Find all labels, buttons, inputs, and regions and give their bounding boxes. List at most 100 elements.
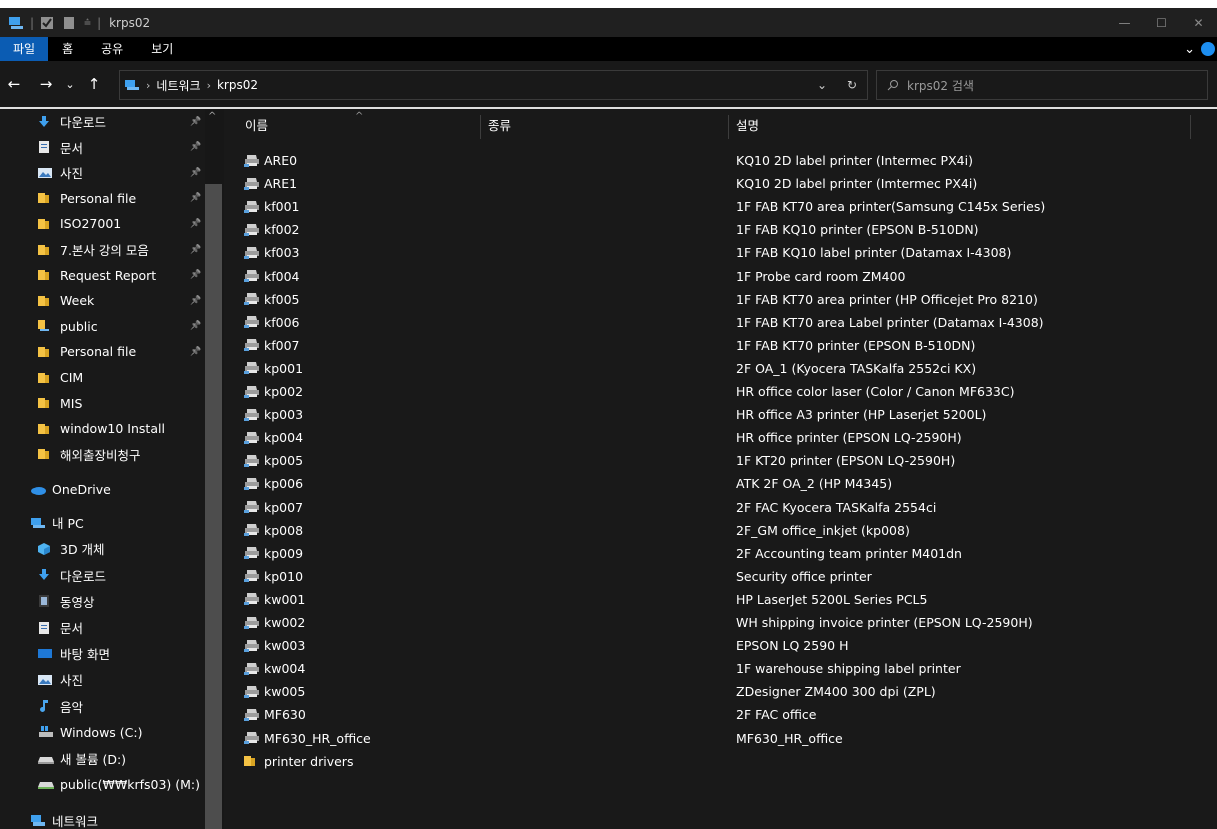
item-name: kw003 xyxy=(264,638,306,654)
list-item[interactable]: kf002 1F FAB KQ10 printer (EPSON B-510DN) xyxy=(244,218,1204,241)
ribbon-expand-icon[interactable]: ⌄ xyxy=(1184,42,1195,57)
list-item[interactable]: kw003 EPSON LQ 2590 H xyxy=(244,634,1204,657)
breadcrumb-krps02[interactable]: krps02 xyxy=(217,78,258,92)
sidebar-item-quick-6[interactable]: Request Report 📌 xyxy=(0,264,224,287)
sidebar-item-pc-8[interactable]: 새 볼륨 (D:) xyxy=(0,747,224,770)
printer-icon xyxy=(244,639,260,652)
maximize-button[interactable]: ☐ xyxy=(1143,8,1180,37)
list-item[interactable]: kw001 HP LaserJet 5200L Series PCL5 xyxy=(244,588,1204,611)
sidebar-item-onedrive[interactable]: OneDrive xyxy=(0,478,224,501)
up-button[interactable]: ↑ xyxy=(82,75,106,93)
sidebar-item-pc-7[interactable]: Windows (C:) xyxy=(0,721,224,744)
pin-icon: 📌 xyxy=(190,218,202,229)
list-item[interactable]: kp010 Security office printer xyxy=(244,565,1204,588)
list-item[interactable]: kw002 WH shipping invoice printer (EPSON … xyxy=(244,611,1204,634)
column-divider[interactable] xyxy=(480,115,481,139)
tab-home[interactable]: 홈 xyxy=(48,37,87,61)
address-dropdown-button[interactable]: ⌄ xyxy=(807,78,837,92)
sidebar-item-network[interactable]: 네트워크 xyxy=(0,809,224,829)
list-item[interactable]: kp002 HR office color laser (Color / Cano… xyxy=(244,380,1204,403)
sidebar-item-label: Week xyxy=(60,293,95,309)
list-item[interactable]: kp007 2F FAC Kyocera TASKalfa 2554ci xyxy=(244,496,1204,519)
quick-access-dropdown-icon[interactable]: ⩮ xyxy=(84,15,91,30)
item-name: kw002 xyxy=(264,615,306,630)
sidebar-item-quick-8[interactable]: public 📌 xyxy=(0,315,224,338)
network-icon[interactable] xyxy=(8,16,24,30)
list-item[interactable]: kw005 ZDesigner ZM400 300 dpi (ZPL) xyxy=(244,680,1204,703)
sidebar-item-quick-2[interactable]: 사진 📌 xyxy=(0,161,224,184)
sidebar-item-this-pc[interactable]: 내 PC xyxy=(0,511,224,534)
printer-icon xyxy=(244,270,260,282)
sidebar-item-quick-13[interactable]: 해외출장비청구 xyxy=(0,443,224,466)
list-item[interactable]: kf005 1F FAB KT70 area printer (HP Office… xyxy=(244,288,1204,311)
list-item[interactable]: kf003 1F FAB KQ10 label printer (Datamax … xyxy=(244,241,1204,264)
list-item[interactable]: printer drivers xyxy=(244,750,1204,773)
search-box[interactable]: krps02 검색 xyxy=(876,70,1208,100)
minimize-button[interactable]: — xyxy=(1106,8,1143,37)
list-item[interactable]: kp003 HR office A3 printer (HP Laserjet 5… xyxy=(244,403,1204,426)
item-name-cell: kp008 xyxy=(244,523,303,538)
list-item[interactable]: ARE1 KQ10 2D label printer (Imtermec PX4i… xyxy=(244,172,1204,195)
sidebar-item-quick-4[interactable]: ISO27001 📌 xyxy=(0,212,224,235)
breadcrumb-chevron-icon[interactable]: › xyxy=(207,79,211,92)
list-item[interactable]: kp006 ATK 2F OA_2 (HP M4345) xyxy=(244,472,1204,495)
address-bar[interactable]: › 네트워크 › krps02 ⌄ ↻ xyxy=(119,70,868,100)
column-header-description[interactable]: 설명 xyxy=(736,115,759,139)
new-folder-icon[interactable] xyxy=(62,16,78,30)
sidebar-item-pc-3[interactable]: 문서 xyxy=(0,616,224,639)
column-divider[interactable] xyxy=(728,115,729,139)
list-item[interactable]: kp004 HR office printer (EPSON LQ-2590H) xyxy=(244,426,1204,449)
help-icon[interactable] xyxy=(1201,42,1215,56)
list-item[interactable]: kf006 1F FAB KT70 area Label printer (Dat… xyxy=(244,311,1204,334)
list-item[interactable]: kp005 1F KT20 printer (EPSON LQ-2590H) xyxy=(244,449,1204,472)
sidebar-item-quick-12[interactable]: window10 Install xyxy=(0,417,224,440)
list-item[interactable]: MF630 2F FAC office xyxy=(244,703,1204,726)
tab-view[interactable]: 보기 xyxy=(137,37,187,61)
printer-icon xyxy=(244,501,260,513)
sidebar-item-quick-5[interactable]: 7.본사 강의 모음 📌 xyxy=(0,238,224,261)
list-item[interactable]: kp008 2F_GM office_inkjet (kp008) xyxy=(244,519,1204,542)
sidebar-item-quick-10[interactable]: CIM xyxy=(0,366,224,389)
tab-file[interactable]: 파일 xyxy=(0,37,49,61)
sidebar-item-quick-7[interactable]: Week 📌 xyxy=(0,289,224,312)
breadcrumb-network[interactable]: 네트워크 xyxy=(156,77,200,94)
properties-icon[interactable] xyxy=(40,16,56,30)
sidebar-item-pc-0[interactable]: 3D 개체 xyxy=(0,537,224,560)
sidebar-item-pc-4[interactable]: 바탕 화면 xyxy=(0,642,224,665)
list-item[interactable]: ARE0 KQ10 2D label printer (Intermec PX4i… xyxy=(244,149,1204,172)
list-item[interactable]: kp009 2F Accounting team printer M401dn xyxy=(244,542,1204,565)
close-button[interactable]: ✕ xyxy=(1180,8,1217,37)
sidebar-item-quick-1[interactable]: 문서 📌 xyxy=(0,136,224,159)
tab-share[interactable]: 공유 xyxy=(87,37,137,61)
sidebar-item-pc-5[interactable]: 사진 xyxy=(0,668,224,691)
sidebar-item-quick-3[interactable]: Personal file 📌 xyxy=(0,187,224,210)
printer-icon xyxy=(244,685,260,698)
breadcrumb-chevron-icon[interactable]: › xyxy=(146,79,150,92)
list-item[interactable]: kf001 1F FAB KT70 area printer(Samsung C1… xyxy=(244,195,1204,218)
list-item[interactable]: MF630_HR_office MF630_HR_office xyxy=(244,727,1204,750)
sidebar-item-pc-2[interactable]: 동영상 xyxy=(0,590,224,613)
list-item[interactable]: kf004 1F Probe card room ZM400 xyxy=(244,265,1204,288)
sidebar-item-pc-9[interactable]: public(₩₩krfs03) (M:) xyxy=(0,773,224,796)
video-icon xyxy=(38,595,54,608)
sidebar-item-quick-11[interactable]: MIS xyxy=(0,392,224,415)
sidebar-item-quick-0[interactable]: 다운로드 📌 xyxy=(0,110,224,133)
column-header-type[interactable]: 종류 xyxy=(488,115,511,139)
sidebar-item-quick-9[interactable]: Personal file 📌 xyxy=(0,340,224,363)
forward-button[interactable]: → xyxy=(34,75,58,93)
sidebar-item-pc-1[interactable]: 다운로드 xyxy=(0,564,224,587)
search-input[interactable]: krps02 검색 xyxy=(907,77,974,94)
back-button[interactable]: ← xyxy=(2,75,26,93)
network-folder-icon xyxy=(38,320,54,332)
list-item[interactable]: kf007 1F FAB KT70 printer (EPSON B-510DN) xyxy=(244,334,1204,357)
column-header-name[interactable]: 이름 xyxy=(245,115,268,139)
item-description: ZDesigner ZM400 300 dpi (ZPL) xyxy=(736,684,936,700)
list-item[interactable]: kp001 2F OA_1 (Kyocera TASKalfa 2552ci KX… xyxy=(244,357,1204,380)
sidebar-item-pc-6[interactable]: 음악 xyxy=(0,695,224,718)
recent-locations-button[interactable]: ⌄ xyxy=(58,78,82,91)
list-item[interactable]: kw004 1F warehouse shipping label printer xyxy=(244,657,1204,680)
refresh-button[interactable]: ↻ xyxy=(837,78,867,92)
pin-icon: 📌 xyxy=(190,321,202,332)
item-name: kf003 xyxy=(264,245,300,261)
column-divider[interactable] xyxy=(1190,115,1191,139)
